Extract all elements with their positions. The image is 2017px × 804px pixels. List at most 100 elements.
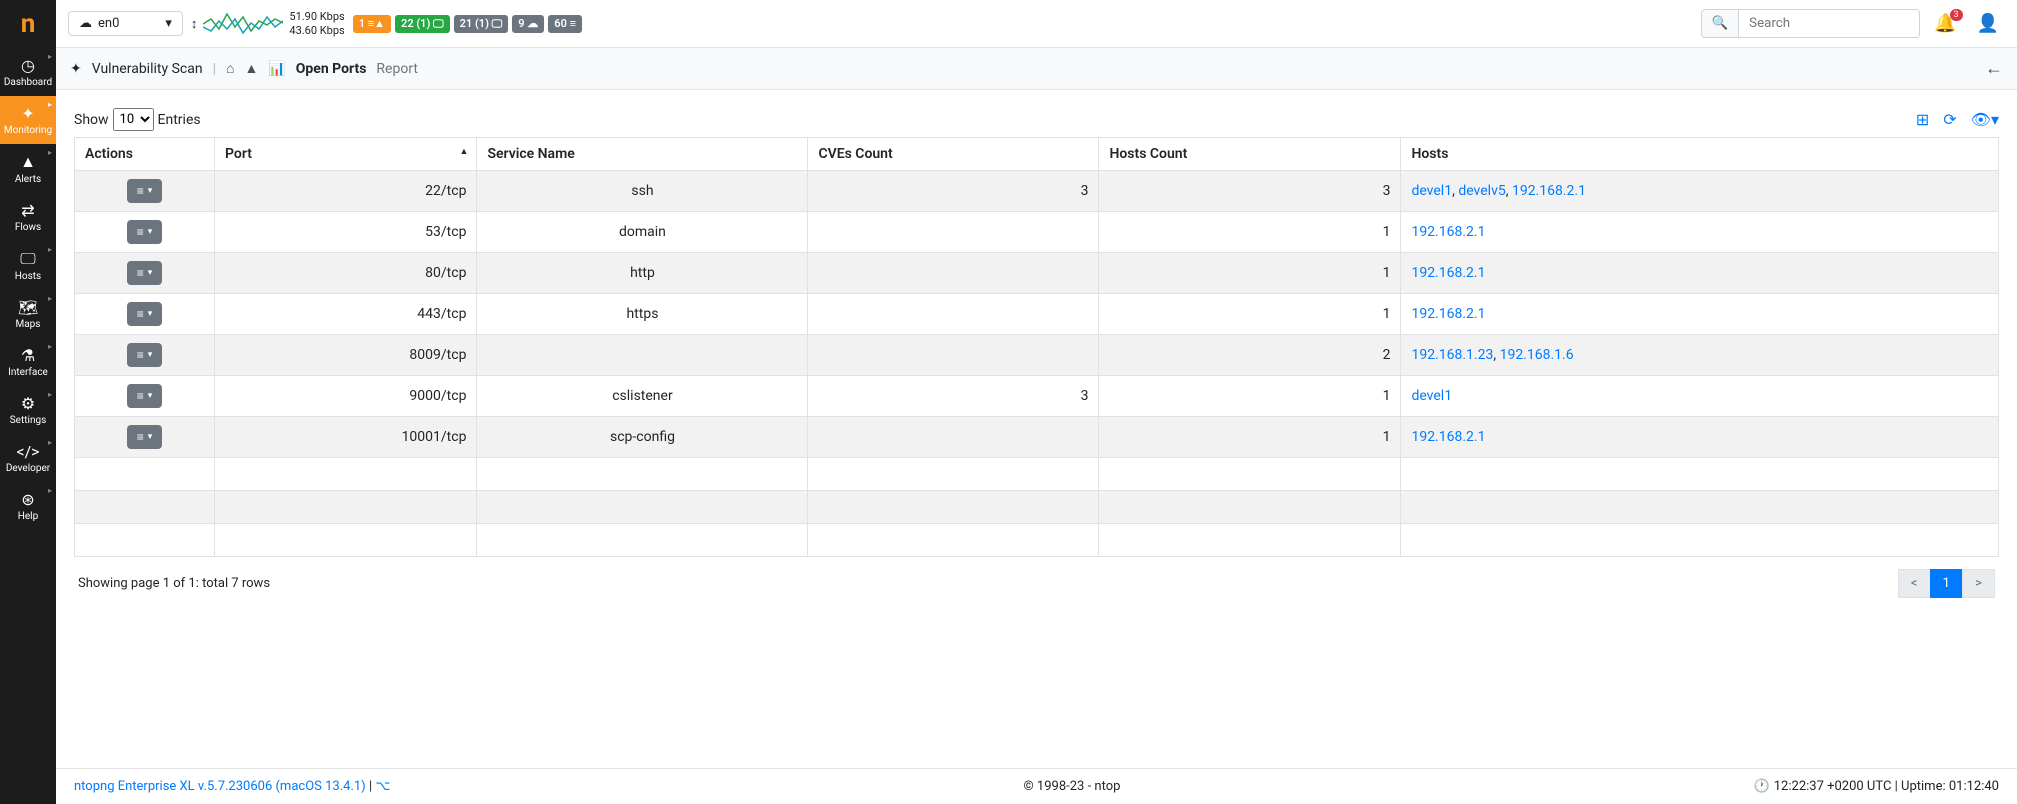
cell-port: 10001/tcp — [215, 417, 477, 458]
pager-page[interactable]: 1 — [1930, 569, 1964, 598]
search: 🔍 — [1701, 9, 1921, 38]
warning-icon: ▲ — [20, 152, 36, 172]
notif-count: 3 — [1950, 9, 1963, 21]
home-link[interactable]: ⌂ — [226, 60, 234, 77]
notifications[interactable]: 🔔 3 — [1928, 13, 1962, 34]
col-hosts[interactable]: Hosts — [1401, 138, 1999, 171]
visibility-icon[interactable]: 👁▾ — [1971, 110, 1999, 129]
nav-interface[interactable]: ▸⚗Interface — [0, 338, 56, 386]
tab-open-ports[interactable]: Open Ports — [296, 61, 367, 77]
caret-icon: ▸ — [48, 486, 52, 495]
col-cves[interactable]: CVEs Count — [808, 138, 1099, 171]
cell-hosts-count: 1 — [1099, 212, 1401, 253]
search-button[interactable]: 🔍 — [1702, 10, 1740, 37]
pager-prev[interactable]: < — [1898, 569, 1931, 598]
cell-port: 53/tcp — [215, 212, 477, 253]
cell-service — [477, 335, 808, 376]
status-badges: 1 ≡▲22 (1) 🖵21 (1) 🖵9 ☁60 ≡ — [353, 15, 582, 33]
refresh-icon[interactable]: ⟳ — [1943, 110, 1956, 129]
status-badge[interactable]: 22 (1) 🖵 — [395, 15, 450, 33]
interface-select[interactable]: ☁ en0 ▾ — [68, 11, 183, 36]
traffic-sparkline: ↕ 51.90 Kbps 43.60 Kbps — [191, 9, 345, 39]
cell-service: https — [477, 294, 808, 335]
host-link[interactable]: devel1 — [1411, 388, 1452, 404]
cell-hosts: 192.168.2.1 — [1401, 417, 1999, 458]
table-summary: Showing page 1 of 1: total 7 rows — [78, 576, 270, 591]
cell-cves — [808, 335, 1099, 376]
nav-label: Hosts — [15, 271, 41, 282]
nav-monitoring[interactable]: ▸✦Monitoring — [0, 96, 56, 144]
status-badge[interactable]: 60 ≡ — [548, 15, 582, 33]
status-badge[interactable]: 21 (1) 🖵 — [454, 15, 509, 33]
status-badge[interactable]: 9 ☁ — [512, 15, 544, 33]
nav-developer[interactable]: ▸</>Developer — [0, 434, 56, 482]
nav-hosts[interactable]: ▸ 🖵 Hosts — [0, 241, 56, 290]
host-link[interactable]: 192.168.1.6 — [1500, 347, 1574, 363]
nav-settings[interactable]: ▸⚙Settings — [0, 386, 56, 434]
map-icon: 🗺 — [18, 298, 38, 317]
nav-label: Interface — [8, 367, 48, 378]
cell-actions: ≡ — [75, 417, 215, 458]
host-link[interactable]: develv5 — [1458, 183, 1505, 199]
nav-maps[interactable]: ▸🗺Maps — [0, 290, 56, 338]
columns-icon[interactable]: ⊞ — [1916, 110, 1929, 129]
nav-flows[interactable]: ⇄Flows — [0, 193, 56, 241]
nav-dashboard[interactable]: ▸◷Dashboard — [0, 48, 56, 96]
cell-port: 443/tcp — [215, 294, 477, 335]
cell-port: 9000/tcp — [215, 376, 477, 417]
laptop-icon: 🖵 — [20, 249, 35, 269]
row-actions-button[interactable]: ≡ — [127, 179, 163, 203]
footer-mid: © 1998-23 - ntop — [1023, 779, 1120, 794]
col-actions[interactable]: Actions — [75, 138, 215, 171]
host-link[interactable]: 192.168.2.1 — [1411, 224, 1485, 240]
version-link[interactable]: ntopng Enterprise XL v.5.7.230606 (macOS… — [74, 779, 366, 794]
caret-icon: ▸ — [48, 245, 52, 254]
main: ☁ en0 ▾ ↕ 51.90 Kbps 43.60 Kbps 1 ≡▲22 (… — [56, 0, 2017, 804]
host-link[interactable]: devel1 — [1411, 183, 1452, 199]
row-actions-button[interactable]: ≡ — [127, 261, 163, 285]
user-icon: 👤 — [1977, 13, 1999, 34]
cell-hosts: devel1, develv5, 192.168.2.1 — [1401, 171, 1999, 212]
nav-label: Help — [18, 511, 38, 522]
host-link[interactable]: 192.168.2.1 — [1512, 183, 1586, 199]
host-link[interactable]: 192.168.2.1 — [1411, 306, 1485, 322]
col-service[interactable]: Service Name — [477, 138, 808, 171]
sparkline-chart — [203, 9, 283, 39]
pager-next[interactable]: > — [1962, 569, 1995, 598]
nav-label: Alerts — [15, 174, 41, 185]
table-row: ≡80/tcphttp1192.168.2.1 — [75, 253, 1999, 294]
col-port[interactable]: Port — [215, 138, 477, 171]
content: Show 10 Entries ⊞ ⟳ 👁▾ Actions Port Serv… — [56, 90, 2017, 768]
row-actions-button[interactable]: ≡ — [127, 220, 163, 244]
alerts-link[interactable]: ▲ — [244, 60, 258, 77]
github-icon: ⌥ — [375, 779, 390, 794]
cell-hosts-count: 1 — [1099, 253, 1401, 294]
user-menu[interactable]: 👤 — [1971, 13, 2005, 34]
col-hosts-count[interactable]: Hosts Count — [1099, 138, 1401, 171]
nav-help[interactable]: ▸⊛Help — [0, 482, 56, 530]
network-icon: ⚗ — [21, 346, 35, 365]
tab-report[interactable]: Report — [376, 61, 418, 77]
row-actions-button[interactable]: ≡ — [127, 425, 163, 449]
entries-select[interactable]: 10 — [113, 108, 154, 131]
host-link[interactable]: 192.168.2.1 — [1411, 265, 1485, 281]
separator: | — [213, 61, 216, 77]
logo[interactable]: n — [0, 0, 56, 48]
radar-icon: ✦ — [21, 104, 34, 123]
nav-label: Monitoring — [4, 125, 52, 136]
charts-link[interactable]: 📊 — [268, 61, 285, 77]
row-actions-button[interactable]: ≡ — [127, 302, 163, 326]
back-button[interactable]: ← — [1985, 58, 2003, 79]
table-actions: ⊞ ⟳ 👁▾ — [1916, 110, 1999, 129]
github-link[interactable]: ⌥ — [375, 779, 390, 794]
row-actions-button[interactable]: ≡ — [127, 343, 163, 367]
search-input[interactable] — [1739, 10, 1919, 37]
open-ports-table: Actions Port Service Name CVEs Count Hos… — [74, 137, 1999, 557]
host-link[interactable]: 192.168.1.23 — [1411, 347, 1493, 363]
host-link[interactable]: 192.168.2.1 — [1411, 429, 1485, 445]
cell-cves: 3 — [808, 171, 1099, 212]
table-row: ≡443/tcphttps1192.168.2.1 — [75, 294, 1999, 335]
row-actions-button[interactable]: ≡ — [127, 384, 163, 408]
status-badge[interactable]: 1 ≡▲ — [353, 15, 391, 33]
nav-alerts[interactable]: ▸▲Alerts — [0, 144, 56, 193]
